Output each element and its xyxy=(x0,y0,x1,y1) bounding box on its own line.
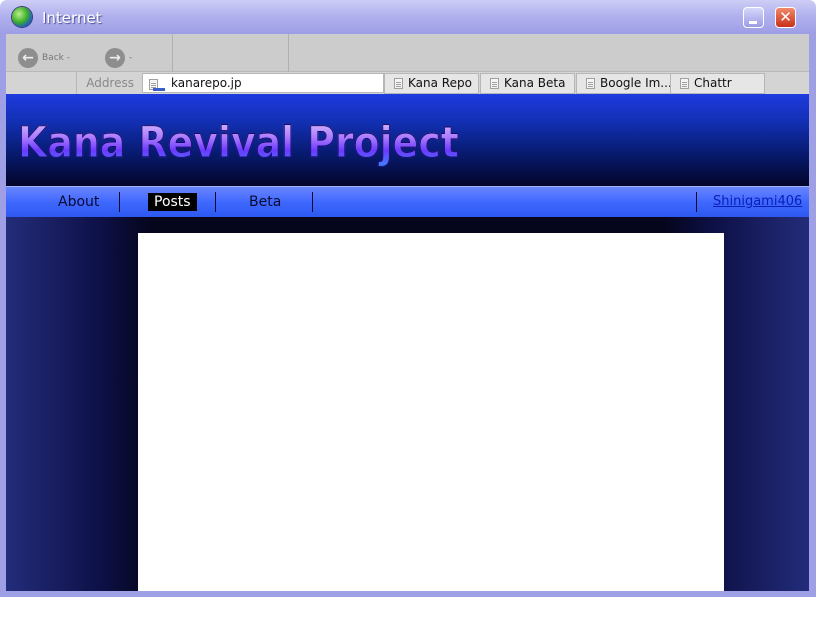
close-button[interactable]: ✕ xyxy=(775,7,796,28)
window-frame-right xyxy=(809,34,816,597)
tab-label: Kana Repo xyxy=(408,76,472,90)
tab-label: Kana Beta xyxy=(504,76,566,90)
nav-posts[interactable]: Posts xyxy=(148,193,197,211)
window-frame-bottom xyxy=(0,591,816,597)
nav-separator xyxy=(312,192,313,212)
site-title: Kana Revival Project xyxy=(18,118,460,169)
address-url: kanarepo.jp xyxy=(171,76,242,90)
tab-kana-repo[interactable]: Kana Repo xyxy=(384,73,479,94)
back-button[interactable]: ← Back - xyxy=(18,48,70,68)
minimize-button[interactable] xyxy=(743,7,764,28)
web-page-icon xyxy=(149,79,165,91)
content-panel xyxy=(138,233,724,591)
page-icon xyxy=(586,78,595,89)
nav-beta[interactable]: Beta xyxy=(249,193,281,211)
site-nav: About Posts Beta Shinigami406 xyxy=(6,186,809,217)
toolbar-divider xyxy=(172,34,173,72)
browser-window: Internet ✕ ← Back - → - Address kanarepo… xyxy=(0,0,816,597)
nav-separator xyxy=(696,192,697,212)
toolbar-divider xyxy=(288,34,289,72)
back-label: Back - xyxy=(42,53,70,63)
page-icon xyxy=(394,78,403,89)
tab-boogle-images[interactable]: Boogle Im... xyxy=(576,73,672,94)
tab-label: Chattr xyxy=(694,76,732,90)
nav-separator xyxy=(119,192,120,212)
tab-kana-beta[interactable]: Kana Beta xyxy=(480,73,575,94)
page-icon xyxy=(490,78,499,89)
address-bar-row: Address kanarepo.jp Kana Repo Kana Beta … xyxy=(6,72,809,94)
address-input[interactable]: kanarepo.jp xyxy=(142,73,384,93)
nav-separator xyxy=(215,192,216,212)
forward-button[interactable]: → - xyxy=(105,48,132,68)
globe-icon xyxy=(12,7,32,27)
forward-arrow-icon: → xyxy=(105,48,125,68)
page-icon xyxy=(680,78,689,89)
tab-label: Boogle Im... xyxy=(600,76,672,90)
user-profile-link[interactable]: Shinigami406 xyxy=(713,194,802,209)
browser-toolbar: ← Back - → - xyxy=(6,34,809,72)
back-arrow-icon: ← xyxy=(18,48,38,68)
web-page: Kana Revival Project About Posts Beta Sh… xyxy=(6,94,809,591)
close-icon: ✕ xyxy=(779,8,792,26)
address-label: Address xyxy=(76,72,142,94)
minimize-icon xyxy=(749,21,757,24)
title-bar[interactable]: Internet ✕ xyxy=(0,0,816,34)
site-header: Kana Revival Project xyxy=(6,94,809,186)
window-title: Internet xyxy=(42,9,102,27)
tab-chattr[interactable]: Chattr xyxy=(670,73,765,94)
forward-label: - xyxy=(129,53,133,63)
nav-about[interactable]: About xyxy=(58,193,99,211)
